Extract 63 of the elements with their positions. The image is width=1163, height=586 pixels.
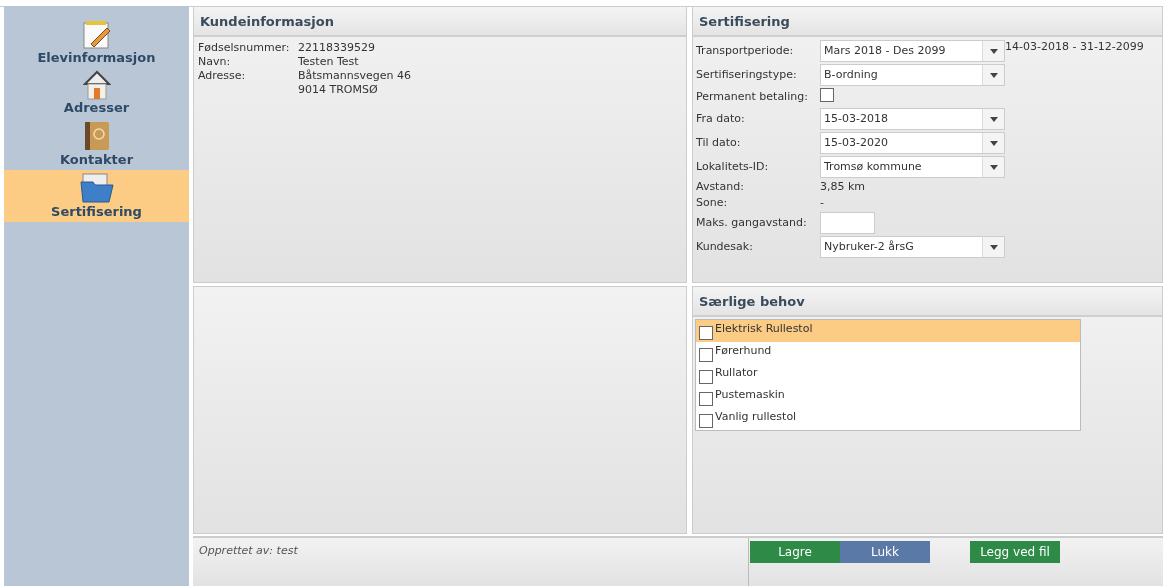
item-label: Vanlig rullestol bbox=[715, 410, 797, 423]
field-value: 22118339529 bbox=[298, 41, 376, 55]
field-label: Sone: bbox=[696, 196, 729, 210]
field-label: Sertifiseringstype: bbox=[696, 68, 798, 82]
field-label: Lokalitets-ID: bbox=[696, 160, 770, 174]
folder-icon bbox=[78, 172, 115, 204]
input-field[interactable] bbox=[820, 212, 875, 234]
sidebar-item[interactable]: Adresser bbox=[4, 68, 189, 118]
checkbox[interactable] bbox=[699, 392, 713, 406]
field-label: Maks. gangavstand: bbox=[696, 216, 808, 230]
field-value: 3,85 km bbox=[820, 180, 867, 194]
field-value: - bbox=[820, 196, 825, 210]
item-label: Pustemaskin bbox=[715, 388, 785, 401]
item-label: Førerhund bbox=[715, 344, 772, 357]
dropdown-button[interactable] bbox=[982, 65, 1004, 85]
dropdown-button[interactable] bbox=[982, 41, 1004, 61]
dropdown-button[interactable] bbox=[982, 237, 1004, 257]
sidebar-item[interactable]: Elevinformasjon bbox=[4, 18, 189, 68]
field-label: Adresse: bbox=[198, 69, 247, 84]
field-label: Fra dato: bbox=[696, 112, 746, 126]
checkbox[interactable] bbox=[699, 370, 713, 384]
field-label: Kundesak: bbox=[696, 240, 754, 254]
created-by: Opprettet av: test bbox=[198, 543, 299, 559]
checkbox[interactable] bbox=[699, 348, 713, 362]
notepad-icon bbox=[80, 20, 113, 50]
field-value: 9014 TROMSØ bbox=[298, 83, 379, 97]
dropdown-button[interactable] bbox=[982, 109, 1004, 129]
dropdown[interactable]: 15-03-2018 bbox=[820, 108, 1005, 130]
field-label: Avstand: bbox=[696, 180, 745, 194]
action-button[interactable]: Lagre bbox=[750, 541, 840, 563]
caret-icon bbox=[989, 164, 998, 170]
item-label: Elektrisk Rullestol bbox=[715, 322, 813, 335]
action-button[interactable]: Legg ved fil bbox=[970, 541, 1060, 563]
checkbox[interactable] bbox=[699, 326, 713, 340]
action-button[interactable]: Lukk bbox=[840, 541, 930, 563]
dropdown[interactable]: Tromsø kommune bbox=[820, 156, 1005, 178]
dropdown[interactable]: Mars 2018 - Des 2099 bbox=[820, 40, 1005, 62]
sidebar-item[interactable]: Kontakter bbox=[4, 118, 189, 170]
caret-icon bbox=[989, 244, 998, 250]
field-value: Båtsmannsvegen 46 bbox=[298, 69, 412, 83]
period-dates: 14-03-2018 - 31-12-2099 bbox=[1005, 40, 1144, 53]
checkbox[interactable] bbox=[820, 88, 834, 102]
field-value: Testen Test bbox=[298, 55, 360, 69]
field-label: Fødselsnummer: bbox=[198, 41, 291, 55]
address-book-icon bbox=[82, 120, 111, 152]
field-label: Transportperiode: bbox=[696, 44, 795, 58]
caret-icon bbox=[989, 140, 998, 146]
field-label: Permanent betaling: bbox=[696, 90, 809, 104]
item-label: Rullator bbox=[715, 366, 758, 379]
field-label: Navn: bbox=[198, 55, 232, 69]
caret-icon bbox=[989, 116, 998, 122]
dropdown-button[interactable] bbox=[982, 157, 1004, 177]
sidebar-item[interactable]: Sertifisering bbox=[4, 170, 189, 222]
caret-icon bbox=[989, 48, 998, 54]
list-item[interactable]: Elektrisk Rullestol bbox=[696, 320, 1080, 342]
checkbox[interactable] bbox=[699, 414, 713, 428]
field-label: Til dato: bbox=[696, 136, 742, 150]
dropdown[interactable]: B-ordning bbox=[820, 64, 1005, 86]
dropdown[interactable]: Nybruker-2 årsG bbox=[820, 236, 1005, 258]
dropdown-button[interactable] bbox=[982, 133, 1004, 153]
house-icon bbox=[82, 70, 111, 100]
caret-icon bbox=[989, 72, 998, 78]
dropdown[interactable]: 15-03-2020 bbox=[820, 132, 1005, 154]
